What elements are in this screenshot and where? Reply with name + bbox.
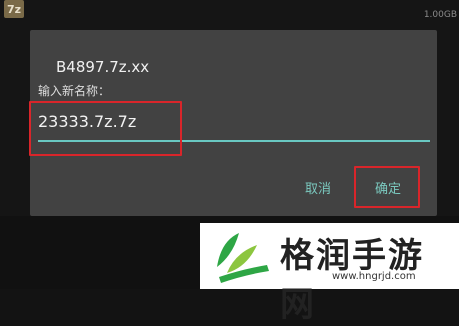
archive-file-icon: 7z [4,0,24,18]
ok-button[interactable]: 确定 [375,178,401,197]
input-highlight-box [29,101,182,156]
watermark-logo-icon [217,233,269,283]
file-size-label: 1.00GB [423,10,457,20]
cancel-button[interactable]: 取消 [305,178,331,197]
dialog-file-name: B4897.7z.xx [56,58,150,76]
rename-prompt: 输入新名称： [38,84,111,98]
watermark-url: www.hngrjd.com [332,271,416,282]
